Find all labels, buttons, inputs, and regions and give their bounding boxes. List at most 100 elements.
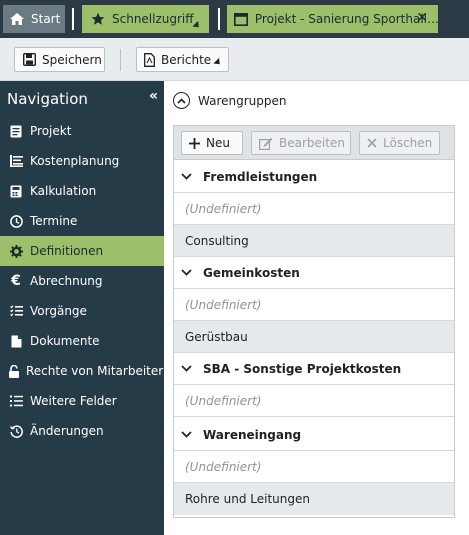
group-row[interactable]: SBA - Sonstige Projektkosten [174,353,454,385]
section-title: Warengruppen [198,93,287,108]
table-row[interactable]: Gerüstbau [174,321,454,353]
row-label: Gerüstbau [185,329,248,344]
tab-start[interactable]: Start [3,5,65,33]
table-row[interactable]: Rohre und Leitungen [174,483,454,515]
row-label: (Undefiniert) [185,393,262,408]
new-label: Neu [206,136,230,150]
sidebar-item-label: Definitionen [30,244,104,258]
collapse-section-icon[interactable] [173,92,190,109]
toolbar-divider [120,49,121,71]
delete-label: Löschen [383,136,433,150]
row-label: (Undefiniert) [185,297,262,312]
chevron-down-icon[interactable] [181,431,193,438]
edit-label: Bearbeiten [279,136,345,150]
save-label: Speichern [42,52,102,67]
cost-list-icon [8,155,24,167]
row-label: (Undefiniert) [185,201,262,216]
sidebar-title: Navigation [7,90,88,108]
group-row[interactable]: Gemeinkosten [174,257,454,289]
tab-quick-label: Schnellzugriff [112,12,194,26]
main-content: Warengruppen Neu Bearbeiten Löschen Frem… [164,81,469,535]
new-button[interactable]: Neu [181,131,243,155]
tab-start-label: Start [31,12,61,26]
dropdown-caret-icon[interactable] [213,57,223,68]
edit-icon [259,137,273,150]
group-label: Wareneingang [203,427,302,442]
sidebar-item-dokumente[interactable]: Dokumente [0,326,164,356]
tab-project[interactable]: Projekt - Sanierung Sporthall… ✕ [227,5,438,33]
close-icon[interactable]: ✕ [416,10,428,26]
main-toolbar: Speichern Berichte [0,38,469,81]
sidebar-item-termine[interactable]: Termine [0,206,164,236]
table-row[interactable]: (Undefiniert) [174,385,454,417]
table-row[interactable]: (Undefiniert) [174,451,454,483]
table-row[interactable]: Consulting [174,225,454,257]
unlock-icon [8,364,20,378]
sidebar-item-label: Projekt [30,124,72,138]
section-header[interactable]: Warengruppen [173,92,287,109]
table-row[interactable]: (Undefiniert) [174,193,454,225]
sidebar-item-definitionen[interactable]: Definitionen [0,236,164,266]
sidebar-item-label: Kostenplanung [30,154,120,168]
dropdown-caret-icon[interactable] [192,20,202,31]
group-row[interactable]: Fremdleistungen [174,161,454,193]
tab-divider [72,8,74,30]
tab-project-label: Projekt - Sanierung Sporthall… [254,12,438,26]
tab-bar: Start Schnellzugriff Projekt - Sanierung… [0,0,469,38]
window-icon [233,11,249,27]
close-icon [367,138,377,148]
calculator-icon [8,185,24,198]
row-label: Consulting [185,233,249,248]
star-icon [90,11,106,27]
sidebar-item-label: Weitere Felder [30,394,117,408]
sidebar-item-kalkulation[interactable]: Kalkulation [0,176,164,206]
sidebar-item-label: Rechte von Mitarbeitern [26,364,164,378]
row-label: (Undefiniert) [185,459,262,474]
grid-toolbar: Neu Bearbeiten Löschen [174,126,454,160]
table-row[interactable]: (Undefiniert) [174,289,454,321]
pdf-file-icon [144,52,155,67]
edit-button[interactable]: Bearbeiten [251,131,351,155]
save-button[interactable]: Speichern [14,47,105,72]
list-icon [8,395,24,407]
sidebar-item-kostenplanung[interactable]: Kostenplanung [0,146,164,176]
sidebar-item-label: Änderungen [30,424,104,438]
floppy-disk-icon [23,53,36,66]
sidebar-item-label: Termine [30,214,78,228]
collapse-sidebar-icon[interactable]: « [149,88,158,104]
group-label: SBA - Sonstige Projektkosten [203,361,402,376]
sidebar-item-weitere-felder[interactable]: Weitere Felder [0,386,164,416]
sidebar-item-label: Vorgänge [30,304,87,318]
sidebar-item-aenderungen[interactable]: Änderungen [0,416,164,446]
file-icon [8,335,24,348]
sidebar-item-label: Kalkulation [30,184,97,198]
checklist-icon [8,305,24,317]
product-groups-grid: Neu Bearbeiten Löschen Fremdleistungen (… [173,125,455,518]
document-icon [8,125,24,138]
plus-icon [189,137,200,149]
gear-icon [8,244,24,258]
tab-divider [218,8,220,30]
sidebar-item-label: Dokumente [30,334,100,348]
sidebar-item-rechte[interactable]: Rechte von Mitarbeitern [0,356,164,386]
sidebar-item-projekt[interactable]: Projekt [0,116,164,146]
group-label: Fremdleistungen [203,169,318,184]
chevron-down-icon[interactable] [181,269,193,276]
reports-label: Berichte [161,52,212,67]
delete-button[interactable]: Löschen [359,131,440,155]
chevron-down-icon[interactable] [181,173,193,180]
group-row[interactable]: Wareneingang [174,419,454,451]
chevron-down-icon[interactable] [181,365,193,372]
euro-icon: € [11,273,21,289]
tab-quick-access[interactable]: Schnellzugriff [82,5,209,33]
clock-icon [8,214,24,228]
history-icon [8,424,24,438]
group-label: Gemeinkosten [203,265,300,280]
sidebar-item-label: Abrechnung [30,274,103,288]
home-icon [9,11,25,27]
sidebar-item-abrechnung[interactable]: € Abrechnung [0,266,164,296]
reports-button[interactable]: Berichte [136,47,229,72]
sidebar: Navigation « Projekt Kostenplanung Kalku… [0,81,164,535]
row-label: Rohre und Leitungen [185,492,310,506]
sidebar-item-vorgaenge[interactable]: Vorgänge [0,296,164,326]
